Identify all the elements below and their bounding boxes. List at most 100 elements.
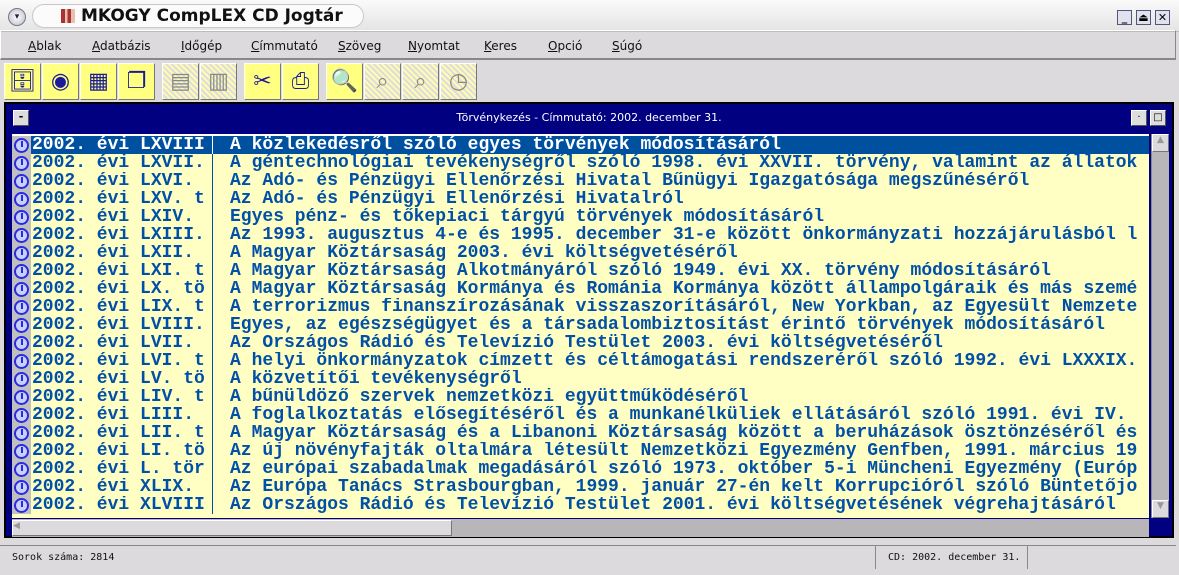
table-row[interactable]: 2002. évi LXVII. A géntechnológiai tevéke… [12, 154, 1149, 172]
tile-windows-button[interactable]: ▦ [80, 63, 117, 100]
law-number: 2002. évi LXI. t [31, 262, 213, 280]
menu-szoveg[interactable]: Szöveg [338, 39, 381, 53]
vertical-scrollbar[interactable]: ▲ ▼ [1151, 134, 1169, 518]
search-next-button[interactable]: ⌕ [364, 63, 401, 100]
clock-icon [12, 334, 31, 352]
clock-icon [12, 442, 31, 460]
law-number: 2002. évi LXVIII [31, 136, 213, 154]
law-title: A Magyar Köztársaság és a Libanoni Köztá… [230, 424, 1138, 442]
table-row[interactable]: 2002. évi LXVIII A közlekedésről szóló eg… [12, 136, 1149, 154]
clock-icon [12, 478, 31, 496]
clock-icon: ◷ [448, 69, 469, 94]
table-row[interactable]: 2002. évi LII. t A Magyar Köztársaság és … [12, 424, 1149, 442]
law-number: 2002. évi LVII. [31, 334, 213, 352]
child-minimize-button[interactable]: · [1131, 110, 1147, 126]
clock-icon [12, 136, 31, 154]
law-number: 2002. évi LXVI. [31, 172, 213, 190]
clock-icon [12, 352, 31, 370]
law-title: Az Országos Rádió és Televízió Testület … [230, 496, 1116, 514]
table-row[interactable]: 2002. évi LXIII. Az 1993. augusztus 4-e é… [12, 226, 1149, 244]
law-title: A Magyar Köztársaság 2003. évi költségve… [230, 244, 738, 262]
law-title: A Magyar Köztársaság Kormánya és Románia… [230, 280, 1138, 298]
printer-icon: ⎙ [291, 69, 310, 94]
maximize-button[interactable]: ⏏ [1136, 10, 1151, 25]
compass-button[interactable]: ◉ [42, 63, 79, 100]
table-row[interactable]: 2002. évi LVII. Az Országos Rádió és Tele… [12, 334, 1149, 352]
table-row[interactable]: 2002. évi LI. tö Az új növényfajták oltal… [12, 442, 1149, 460]
clock-button[interactable]: ◷ [440, 63, 477, 100]
law-number: 2002. évi LIII. [31, 406, 213, 424]
clock-icon [12, 154, 31, 172]
menu-nyomtat[interactable]: Nyomtat [408, 39, 460, 53]
cascade-windows-button[interactable]: ❐ [118, 63, 155, 100]
window-titlebar: ▾ MKOGY CompLEX CD Jogtár _ ⏏ ✕ [0, 0, 1179, 32]
table-row[interactable]: 2002. évi LIII. A foglalkoztatás elősegít… [12, 406, 1149, 424]
law-title: Egyes, az egészségügyet és a társadalomb… [230, 316, 1105, 334]
horizontal-scroll-thumb[interactable]: ◀ [12, 520, 452, 536]
law-title: A géntechnológiai tevékenységről szóló 1… [230, 154, 1138, 172]
table-row[interactable]: 2002. évi L. tör Az európai szabadalmak m… [12, 460, 1149, 478]
law-number: 2002. évi LXII. [31, 244, 213, 262]
cascade-windows-icon: ❐ [126, 69, 147, 94]
table-row[interactable]: 2002. évi LV. tö A közvetítői tevékenység… [12, 370, 1149, 388]
law-number: 2002. évi LVI. t [31, 352, 213, 370]
table-row[interactable]: 2002. évi LIV. t A bűnüldöző szervek nemz… [12, 388, 1149, 406]
table-row[interactable]: 2002. évi LXIV. Egyes pénz- és tőkepiaci … [12, 208, 1149, 226]
clock-icon [12, 496, 31, 514]
table-row[interactable]: 2002. évi XLIX. Az Európa Tanács Strasbou… [12, 478, 1149, 496]
table-row[interactable]: 2002. évi LXII. A Magyar Köztársaság 2003… [12, 244, 1149, 262]
law-title: Az új növényfajták oltalmára létesült Ne… [230, 442, 1138, 460]
menu-sugo[interactable]: Súgó [612, 39, 642, 53]
title-pill: MKOGY CompLEX CD Jogtár [32, 4, 364, 28]
search-prev-button[interactable]: ⌕ [402, 63, 439, 100]
menu-adatbazis[interactable]: Adatbázis [92, 39, 151, 53]
menu-idogep[interactable]: Időgép [181, 39, 222, 53]
clock-icon [12, 298, 31, 316]
printer-button[interactable]: ⎙ [282, 63, 319, 100]
status-cd-date: CD: 2002. december 31. [880, 546, 1028, 569]
scroll-up-button[interactable]: ▲ [1152, 134, 1169, 152]
horizontal-scrollbar[interactable]: ◀ [12, 519, 1149, 537]
law-title: A Magyar Köztársaság Alkotmányáról szóló… [230, 262, 1051, 280]
law-title: Az 1993. augusztus 4-e és 1995. december… [230, 226, 1138, 244]
law-title: Az Európa Tanács Strasbourgban, 1999. ja… [230, 478, 1138, 496]
table-row[interactable]: 2002. évi LXVI. Az Adó- és Pénzügyi Ellen… [12, 172, 1149, 190]
page-button[interactable]: ▥ [200, 63, 237, 100]
table-row[interactable]: 2002. évi LVIII. Egyes, az egészségügyet … [12, 316, 1149, 334]
magnifier-button[interactable]: 🔍 [326, 63, 363, 100]
table-row[interactable]: 2002. évi LXI. t A Magyar Köztársaság Alk… [12, 262, 1149, 280]
scroll-down-button[interactable]: ▼ [1152, 500, 1169, 518]
magnifier-icon: 🔍 [330, 69, 359, 94]
clock-icon [12, 424, 31, 442]
table-row[interactable]: 2002. évi LX. tö A Magyar Köztársaság Kor… [12, 280, 1149, 298]
minimize-button[interactable]: _ [1117, 10, 1132, 25]
law-list: 2002. évi LXVIII A közlekedésről szóló eg… [12, 134, 1149, 518]
close-button[interactable]: ✕ [1155, 10, 1170, 25]
table-row[interactable]: 2002. évi LVI. t A helyi önkormányzatok c… [12, 352, 1149, 370]
window-menu-button[interactable]: ▾ [8, 8, 26, 26]
database-button[interactable]: 🗄 [4, 63, 41, 100]
law-number: 2002. évi LI. tö [31, 442, 213, 460]
table-row[interactable]: 2002. évi XLVIII Az Országos Rádió és Tel… [12, 496, 1149, 514]
child-window-menu-button[interactable]: - [13, 110, 29, 126]
law-number: 2002. évi LVIII. [31, 316, 213, 334]
child-window-titlebar: - Törvénykezés - Címmutató: 2002. decemb… [9, 107, 1169, 129]
scissors-button[interactable]: ✂ [244, 63, 281, 100]
menu-keres[interactable]: Keres [484, 39, 517, 53]
law-title: A közvetítői tevékenységről [230, 370, 522, 388]
document-button[interactable]: ▤ [162, 63, 199, 100]
clock-icon [12, 226, 31, 244]
menu-opcio[interactable]: Opció [548, 39, 582, 53]
clock-icon [12, 280, 31, 298]
law-number: 2002. évi L. tör [31, 460, 213, 478]
law-title: Az európai szabadalmak megadásáról szóló… [230, 460, 1138, 478]
child-maximize-button[interactable]: □ [1150, 110, 1166, 126]
law-title: A terrorizmus finanszírozásának visszasz… [230, 298, 1138, 316]
page-icon: ▥ [208, 69, 229, 94]
menu-ablak[interactable]: Ablak [28, 39, 61, 53]
menu-cimmutato[interactable]: Címmutató [251, 39, 318, 53]
status-bar: Sorok száma: 2814 CD: 2002. december 31. [0, 545, 1176, 569]
tile-windows-icon: ▦ [88, 69, 109, 94]
table-row[interactable]: 2002. évi LIX. t A terrorizmus finanszíro… [12, 298, 1149, 316]
table-row[interactable]: 2002. évi LXV. t Az Adó- és Pénzügyi Elle… [12, 190, 1149, 208]
